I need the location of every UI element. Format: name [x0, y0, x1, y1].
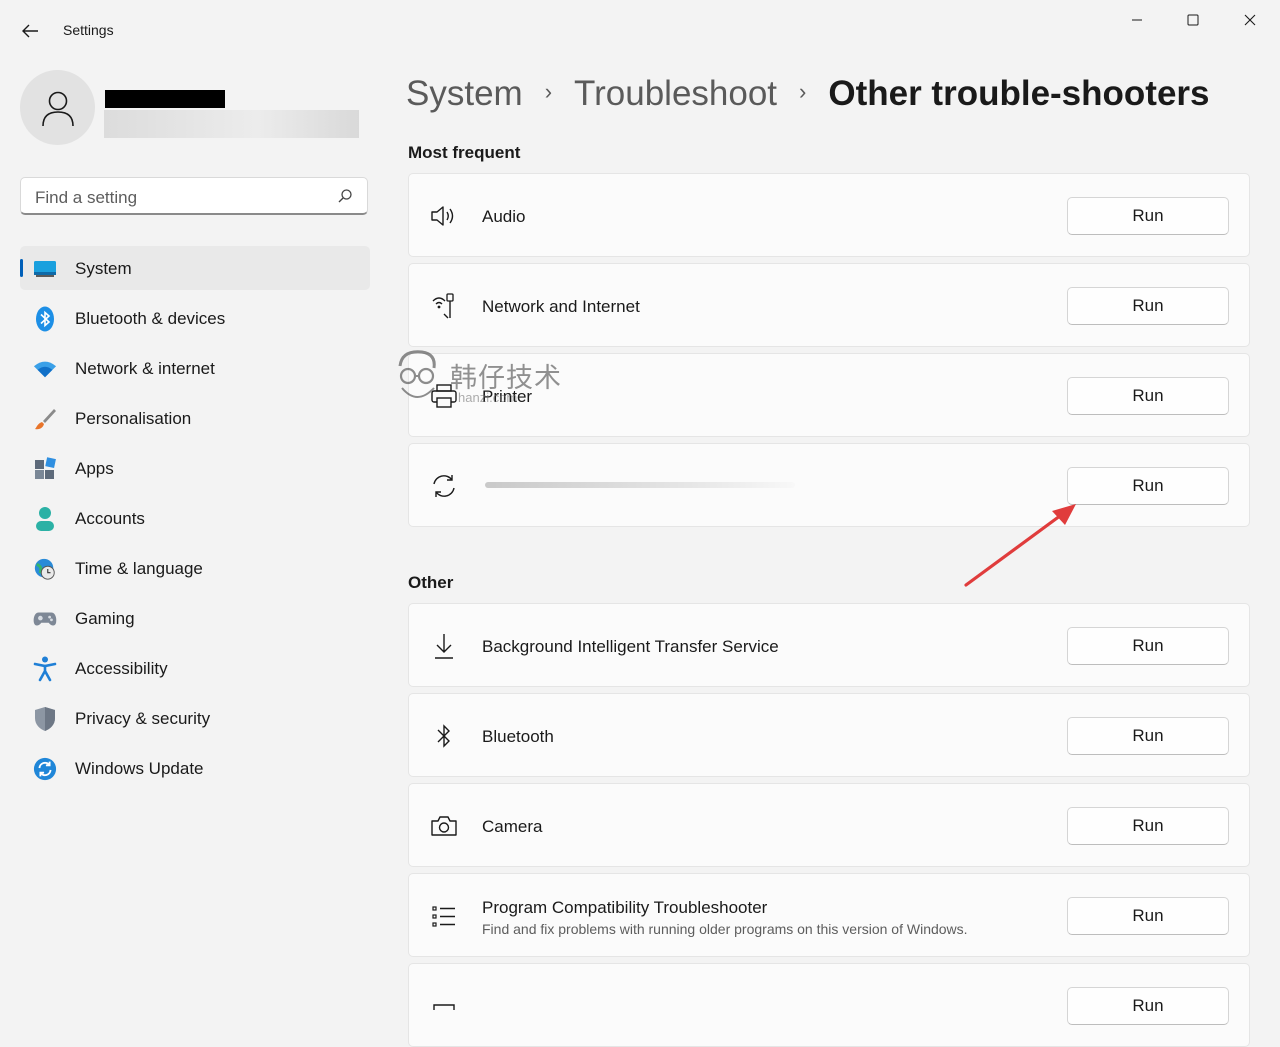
section-title-most-frequent: Most frequent: [408, 143, 521, 162]
run-windows-update-button[interactable]: Run: [1067, 467, 1229, 505]
sidebar-item-accessibility[interactable]: Accessibility: [20, 646, 370, 690]
troubleshooter-windows-update: Run: [408, 443, 1250, 527]
back-arrow-icon: [22, 24, 38, 38]
sidebar-item-label: System: [75, 259, 132, 278]
bluetooth-icon: [429, 722, 459, 750]
back-button[interactable]: [14, 16, 46, 46]
apps-icon: [33, 457, 57, 481]
partial-icon: [429, 992, 459, 1020]
wifi-icon: [33, 357, 57, 381]
active-indicator: [20, 259, 23, 277]
troubleshooter-title: Audio: [482, 207, 526, 226]
avatar[interactable]: [20, 70, 95, 145]
troubleshooter-audio: Audio Run: [408, 173, 1250, 257]
troubleshooter-title: Network and Internet: [482, 297, 640, 316]
run-audio-button[interactable]: Run: [1067, 197, 1229, 235]
breadcrumb-system[interactable]: System: [406, 74, 523, 114]
app-title: Settings: [63, 22, 114, 38]
sidebar-item-privacy-security[interactable]: Privacy & security: [20, 696, 370, 740]
speaker-icon: [429, 202, 459, 230]
sidebar-item-gaming[interactable]: Gaming: [20, 596, 370, 640]
shield-icon: [33, 707, 57, 731]
troubleshooter-program-compatibility: Program Compatibility Troubleshooter Fin…: [408, 873, 1250, 957]
sidebar-item-apps[interactable]: Apps: [20, 446, 370, 490]
user-email-redacted: [104, 110, 359, 138]
maximize-button[interactable]: [1170, 8, 1216, 32]
run-next-button[interactable]: Run: [1067, 987, 1229, 1025]
list-icon: [429, 902, 459, 930]
troubleshooter-network: Network and Internet Run: [408, 263, 1250, 347]
sidebar-item-accounts[interactable]: Accounts: [20, 496, 370, 540]
sidebar-item-network-internet[interactable]: Network & internet: [20, 346, 370, 390]
troubleshooter-bluetooth: Bluetooth Run: [408, 693, 1250, 777]
run-bits-button[interactable]: Run: [1067, 627, 1229, 665]
accounts-icon: [33, 507, 57, 531]
globe-clock-icon: [33, 557, 57, 581]
sidebar-item-system[interactable]: System: [20, 246, 370, 290]
run-bluetooth-button[interactable]: Run: [1067, 717, 1229, 755]
troubleshooter-title: Background Intelligent Transfer Service: [482, 637, 779, 656]
chevron-right-icon: ›: [544, 79, 553, 104]
sidebar-item-time-language[interactable]: Time & language: [20, 546, 370, 590]
breadcrumb: System › Troubleshoot › Other trouble-sh…: [406, 72, 1210, 116]
troubleshooter-title: Bluetooth: [482, 727, 554, 746]
annotation-arrow-icon: [964, 504, 1076, 587]
breadcrumb-troubleshoot[interactable]: Troubleshoot: [574, 74, 777, 114]
troubleshooter-title: Camera: [482, 817, 543, 836]
sidebar-item-label: Privacy & security: [75, 709, 211, 728]
sync-icon: [429, 472, 459, 500]
troubleshooter-next-partial: Run: [408, 963, 1250, 1047]
system-monitor-icon: [33, 257, 57, 281]
camera-icon: [429, 812, 459, 840]
sidebar-item-label: Personalisation: [75, 409, 192, 428]
download-icon: [429, 632, 459, 660]
title-bar: Settings: [0, 0, 1280, 60]
network-antenna-icon: [429, 292, 459, 320]
troubleshooter-title: Printer: [482, 387, 533, 406]
sidebar-item-label: Windows Update: [75, 759, 204, 778]
sidebar-item-label: Bluetooth & devices: [75, 309, 226, 328]
bluetooth-icon: [33, 306, 57, 332]
run-printer-button[interactable]: Run: [1067, 377, 1229, 415]
paintbrush-icon: [33, 407, 57, 431]
minimize-icon: [1132, 19, 1142, 21]
user-name-redacted: ■■■■■■■: [105, 90, 225, 108]
troubleshooter-title: Program Compatibility Troubleshooter: [482, 898, 768, 917]
gamepad-icon: [33, 607, 57, 631]
page-title: Other trouble-shooters: [828, 74, 1210, 113]
chevron-right-icon: ›: [799, 79, 807, 104]
close-icon: [1244, 14, 1256, 26]
sidebar-item-label: Apps: [75, 459, 114, 478]
sidebar-item-label: Time & language: [75, 559, 203, 578]
windows-update-icon: [33, 757, 57, 781]
user-icon: [41, 91, 74, 126]
maximize-icon: [1187, 14, 1199, 26]
printer-icon: [429, 382, 459, 410]
sidebar-item-label: Network & internet: [75, 359, 215, 378]
sidebar-item-label: Gaming: [75, 609, 135, 628]
run-program-compatibility-button[interactable]: Run: [1067, 897, 1229, 935]
troubleshooter-printer: Printer Run: [408, 353, 1250, 437]
search-icon[interactable]: [337, 188, 353, 204]
section-title-other: Other: [408, 573, 454, 592]
sidebar-item-bluetooth-devices[interactable]: Bluetooth & devices: [20, 296, 370, 340]
minimize-button[interactable]: [1114, 8, 1160, 32]
sidebar-item-label: Accessibility: [75, 659, 168, 678]
troubleshooter-description: Find and fix problems with running older…: [482, 921, 968, 937]
troubleshooter-camera: Camera Run: [408, 783, 1250, 867]
run-network-button[interactable]: Run: [1067, 287, 1229, 325]
sidebar-item-label: Accounts: [75, 509, 145, 528]
run-camera-button[interactable]: Run: [1067, 807, 1229, 845]
sidebar-item-windows-update[interactable]: Windows Update: [20, 746, 370, 790]
search-input[interactable]: [33, 186, 327, 210]
redaction-blur: [485, 482, 795, 488]
close-button[interactable]: [1227, 8, 1273, 32]
search-box: [20, 177, 368, 215]
troubleshooter-bits: Background Intelligent Transfer Service …: [408, 603, 1250, 687]
sidebar-item-personalisation[interactable]: Personalisation: [20, 396, 370, 440]
accessibility-icon: [33, 656, 57, 682]
